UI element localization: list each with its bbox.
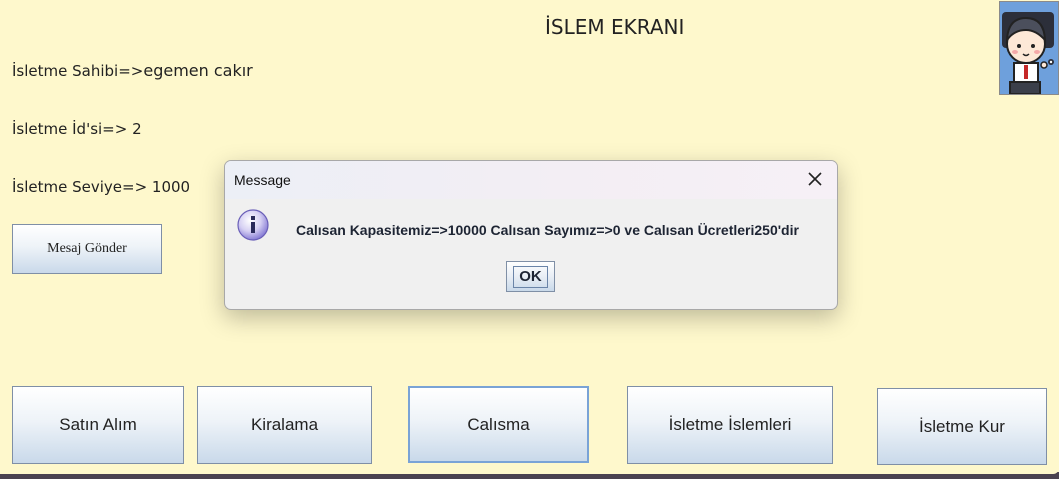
rent-button[interactable]: Kiralama xyxy=(197,386,372,464)
send-message-button[interactable]: Mesaj Gönder xyxy=(12,224,162,274)
close-icon[interactable] xyxy=(805,169,825,189)
dialog-titlebar[interactable]: Message xyxy=(225,161,837,199)
buy-button[interactable]: Satın Alım xyxy=(12,386,184,464)
ok-button-label: OK xyxy=(513,265,548,288)
owner-value: egemen cakır xyxy=(143,61,253,80)
business-id-info: İsletme İd'si=> 2 xyxy=(12,120,142,138)
owner-info: İsletme Sahibi=>egemen cakır xyxy=(12,61,253,80)
page-title: İSLEM EKRANI xyxy=(545,15,685,39)
found-business-button[interactable]: İsletme Kur xyxy=(877,388,1047,465)
dialog-message: Calısan Kapasitemiz=>10000 Calısan Sayım… xyxy=(296,222,799,238)
business-level-info: İsletme Seviye=> 1000 xyxy=(12,178,191,196)
work-button[interactable]: Calısma xyxy=(408,386,589,463)
character-avatar-icon xyxy=(999,1,1059,95)
info-icon xyxy=(236,208,270,242)
owner-label: İsletme Sahibi=> xyxy=(12,62,144,80)
ok-button[interactable]: OK xyxy=(506,261,555,292)
message-dialog: Message Calısan Kapasitemiz=>10000 Calıs… xyxy=(224,160,838,310)
business-operations-button[interactable]: İsletme İslemleri xyxy=(627,386,833,464)
dialog-title: Message xyxy=(234,172,291,188)
